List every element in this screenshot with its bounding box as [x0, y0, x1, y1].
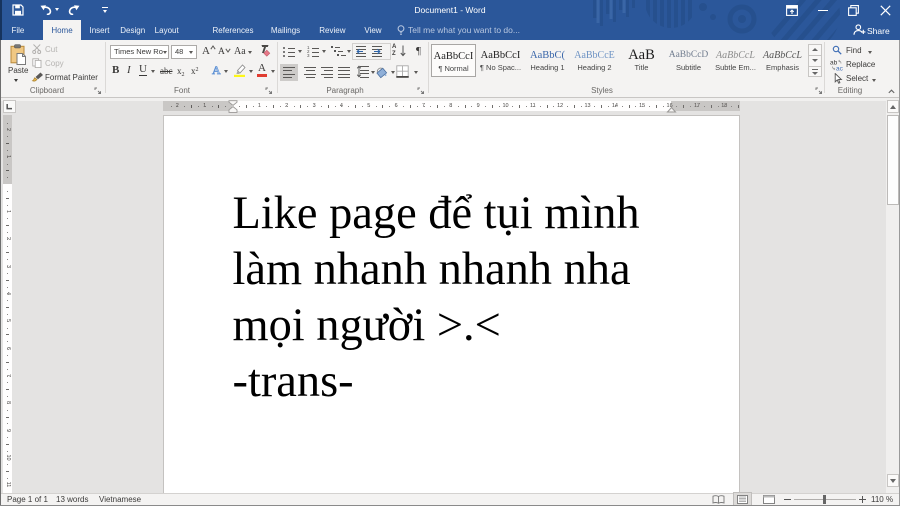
svg-text:ac: ac: [836, 66, 844, 72]
